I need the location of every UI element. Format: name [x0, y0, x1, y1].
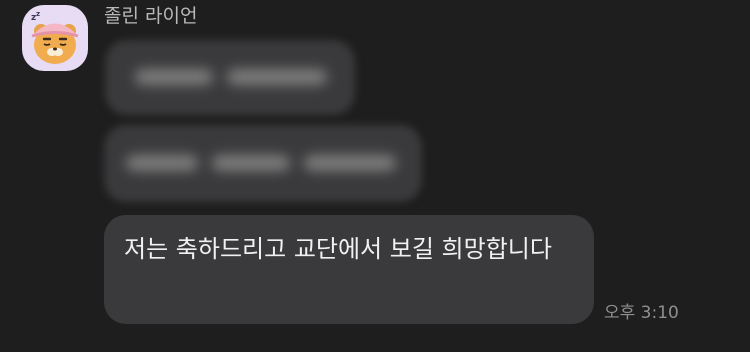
blurred-text	[135, 69, 213, 85]
sleepy-ryan-character-icon: z z	[31, 10, 79, 64]
blurred-text	[304, 155, 396, 171]
message-bubble[interactable]: 저는 축하드리고 교단에서 보길 희망합니다	[104, 215, 594, 324]
message-bubble-blurred[interactable]	[105, 40, 355, 115]
blurred-text	[126, 155, 198, 171]
svg-text:z: z	[36, 10, 40, 18]
sender-name: 졸린 라이언	[104, 5, 198, 27]
blurred-text	[212, 155, 290, 171]
message-text: 저는 축하드리고 교단에서 보길 희망합니다	[124, 235, 552, 263]
sender-avatar[interactable]: z z	[22, 5, 88, 71]
message-bubble-blurred[interactable]	[104, 125, 422, 202]
blurred-text	[227, 69, 327, 85]
message-timestamp: 오후 3:10	[604, 303, 679, 323]
